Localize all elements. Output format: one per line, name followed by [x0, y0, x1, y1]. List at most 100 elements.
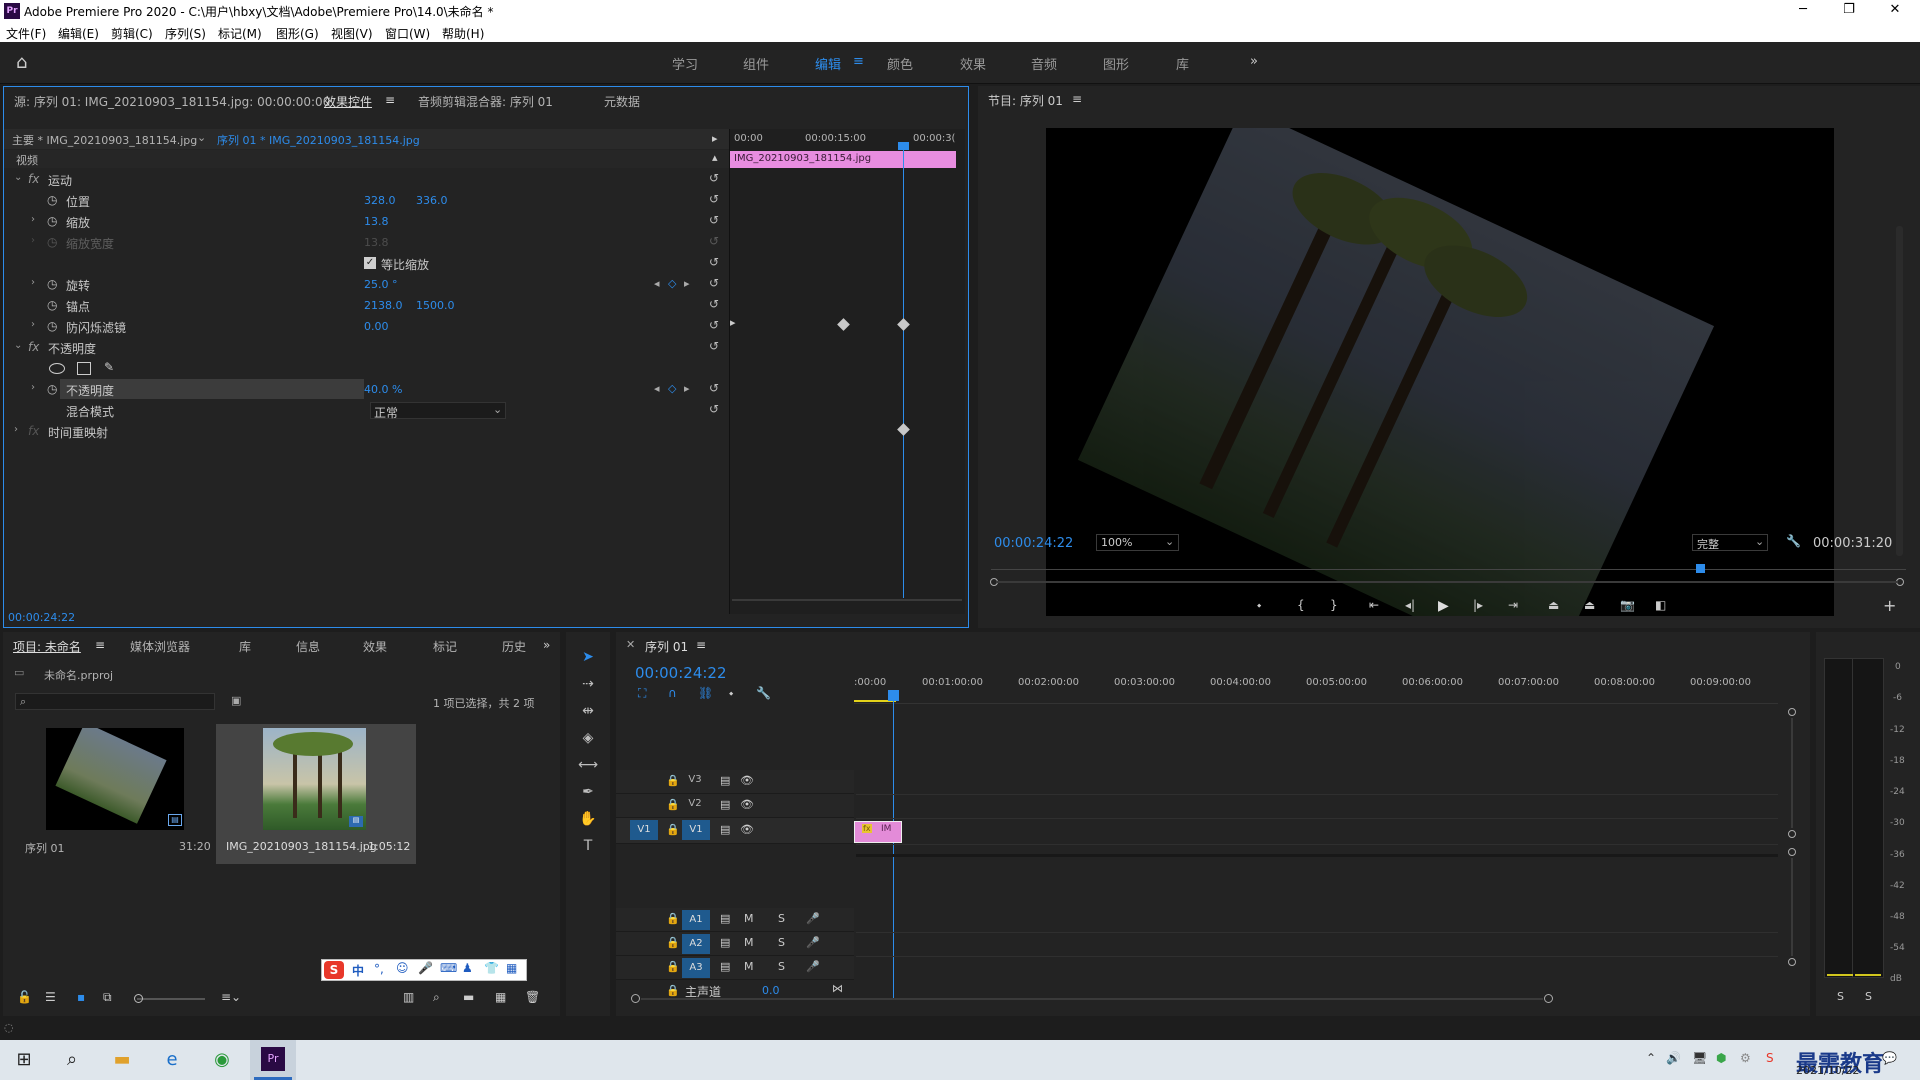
track-lock-icon[interactable]: 🔒	[666, 798, 680, 811]
scale-value[interactable]: 13.8	[364, 215, 389, 228]
program-ruler[interactable]	[991, 560, 1906, 570]
menu-clip[interactable]: 剪辑(C)	[111, 25, 153, 42]
workspace-color[interactable]: 颜色	[887, 54, 913, 73]
reset-icon[interactable]: ↺	[709, 318, 719, 332]
reset-icon[interactable]: ↺	[709, 381, 719, 395]
tab-menu-icon[interactable]: ≡	[696, 638, 706, 652]
next-keyframe-icon[interactable]: ▸	[684, 277, 690, 290]
timeline-ruler[interactable]: :00:00 00:01:00:00 00:02:00:00 00:03:00:…	[854, 674, 1778, 704]
tab-audio-mixer[interactable]: 音频剪辑混合器: 序列 01	[418, 93, 553, 110]
ime-keyboard-icon[interactable]: ⌨	[440, 961, 457, 975]
more-workspaces-icon[interactable]: »	[1250, 54, 1258, 69]
project-item-sequence[interactable]: ▤ 序列 01 31:20	[15, 724, 215, 864]
track-lock-icon[interactable]: 🔒	[666, 936, 680, 949]
workspace-audio[interactable]: 音频	[1031, 54, 1057, 73]
opacity-value[interactable]: 40.0 %	[364, 383, 402, 396]
ime-user-icon[interactable]: ♟	[462, 961, 473, 975]
rotation-row[interactable]: › ◷ 旋转 25.0 ° ◂ ◇ ▸ ↺	[4, 274, 727, 295]
play-arrow-icon[interactable]: ▸	[712, 132, 718, 145]
more-tabs-icon[interactable]: »	[543, 638, 550, 652]
eye-icon[interactable]: 👁	[740, 823, 754, 836]
slip-tool-icon[interactable]: ⟷	[575, 757, 601, 779]
tray-app-icon[interactable]: ⬢	[1716, 1051, 1726, 1065]
track-a2-label[interactable]: A2	[682, 934, 710, 954]
anchor-x-value[interactable]: 2138.0	[364, 299, 403, 312]
rotation-keyframe[interactable]	[897, 318, 910, 331]
home-icon[interactable]: ⌂	[16, 52, 27, 73]
position-x-value[interactable]: 328.0	[364, 194, 396, 207]
eye-icon[interactable]: 👁	[740, 774, 754, 787]
timeline-settings-icon[interactable]: 🔧	[756, 686, 771, 700]
track-lock-icon[interactable]: 🔒	[666, 823, 680, 836]
notification-icon[interactable]: 💬	[1882, 1051, 1897, 1065]
timeline-zoom-left-handle[interactable]	[631, 994, 640, 1003]
pen-tool-icon[interactable]: ✒	[575, 784, 601, 806]
scale-row[interactable]: › ◷ 缩放 13.8 ↺	[4, 211, 727, 232]
reset-icon[interactable]: ↺	[709, 192, 719, 206]
audio-scroll-bottom[interactable]	[1788, 958, 1796, 966]
project-item-image[interactable]: ▤ IMG_20210903_181154.jpg 1:05:12	[216, 724, 416, 864]
tray-sogou-icon[interactable]: S	[1766, 1051, 1774, 1065]
snap-icon[interactable]: ∩	[668, 686, 677, 700]
play-icon[interactable]: ▶	[1438, 598, 1449, 614]
tray-settings-icon[interactable]: ⚙	[1740, 1051, 1751, 1065]
effect-zoom-scrollbar[interactable]	[732, 599, 962, 601]
tab-effect-controls[interactable]: 效果控件	[324, 93, 372, 110]
tab-metadata[interactable]: 元数据	[604, 93, 640, 110]
workspace-effects[interactable]: 效果	[960, 54, 986, 73]
motion-row[interactable]: ⌄ fx 运动 ↺	[4, 169, 727, 190]
timeline-zoom-right-handle[interactable]	[1544, 994, 1553, 1003]
master-volume-value[interactable]: 0.0	[762, 984, 780, 997]
flicker-value[interactable]: 0.00	[364, 320, 389, 333]
type-tool-icon[interactable]: T	[575, 838, 601, 860]
position-row[interactable]: ◷ 位置 328.0 336.0 ↺	[4, 190, 727, 211]
position-y-value[interactable]: 336.0	[416, 194, 448, 207]
ime-toolbar[interactable]: S 中 °, ☺ 🎤 ⌨ ♟ 👕 ▦	[321, 959, 527, 981]
sogou-logo-icon[interactable]: S	[324, 961, 344, 979]
sync-lock-icon[interactable]: ▤	[720, 798, 730, 811]
menu-graphics[interactable]: 图形(G)	[276, 25, 319, 42]
source-patch-v1[interactable]: V1	[630, 820, 658, 840]
reset-icon[interactable]: ↺	[709, 297, 719, 311]
go-to-out-icon[interactable]: ⇥	[1508, 598, 1518, 612]
master-clip-label[interactable]: 主要 * IMG_20210903_181154.jpg	[12, 132, 197, 148]
tab-markers[interactable]: 标记	[433, 638, 457, 655]
selection-tool-icon[interactable]: ➤	[575, 649, 601, 671]
new-bin-icon[interactable]: ▣	[231, 694, 241, 707]
expand-chevron-icon[interactable]: ›	[14, 424, 18, 435]
solo-button[interactable]: S	[778, 960, 785, 973]
workspace-assembly[interactable]: 组件	[743, 54, 769, 73]
effect-playhead[interactable]	[903, 143, 904, 598]
minimize-button[interactable]: ─	[1780, 0, 1826, 22]
effect-playhead-handle[interactable]	[898, 142, 909, 150]
effect-timeline[interactable]: 00:00 00:00:15:00 00:00:3( IMG_20210903_…	[729, 129, 965, 614]
ime-emoji-icon[interactable]: ☺	[396, 961, 409, 975]
program-scrollbar[interactable]	[1896, 226, 1903, 556]
reset-icon[interactable]: ↺	[709, 213, 719, 227]
sequence-clip-label[interactable]: 序列 01 * IMG_20210903_181154.jpg	[217, 132, 420, 148]
sort-icon[interactable]: ≡⌄	[221, 990, 241, 1004]
chrome-icon[interactable]: ◉	[208, 1046, 236, 1074]
expand-chevron-icon[interactable]: ⌄	[14, 340, 22, 351]
program-playhead-handle[interactable]	[1696, 564, 1705, 573]
workspace-learn[interactable]: 学习	[672, 54, 698, 73]
freeform-view-icon[interactable]: ⧉	[103, 990, 112, 1005]
solo-button[interactable]: S	[778, 912, 785, 925]
premiere-taskbar-item[interactable]: Pr	[250, 1040, 296, 1080]
reset-icon[interactable]: ↺	[709, 402, 719, 416]
anchor-y-value[interactable]: 1500.0	[416, 299, 455, 312]
opacity-section-row[interactable]: ⌄ fx 不透明度 ↺	[4, 337, 727, 358]
workspace-editing[interactable]: 编辑	[815, 54, 841, 73]
menu-view[interactable]: 视图(V)	[331, 25, 373, 42]
sync-lock-icon[interactable]: ▤	[720, 960, 730, 973]
collapse-up-icon[interactable]: ▴	[712, 151, 718, 164]
network-icon[interactable]: 🖥	[1692, 1051, 1707, 1065]
expand-chevron-icon[interactable]: ⌄	[14, 172, 22, 183]
add-marker-icon[interactable]: ⬩	[1257, 598, 1261, 613]
opacity-keyframe[interactable]	[897, 423, 910, 436]
reset-icon[interactable]: ↺	[709, 339, 719, 353]
pen-mask-icon[interactable]: ✎	[104, 360, 114, 374]
expand-chevron-icon[interactable]: ›	[31, 382, 35, 393]
menu-file[interactable]: 文件(F)	[6, 25, 46, 42]
track-select-tool-icon[interactable]: ⇢	[575, 676, 601, 698]
